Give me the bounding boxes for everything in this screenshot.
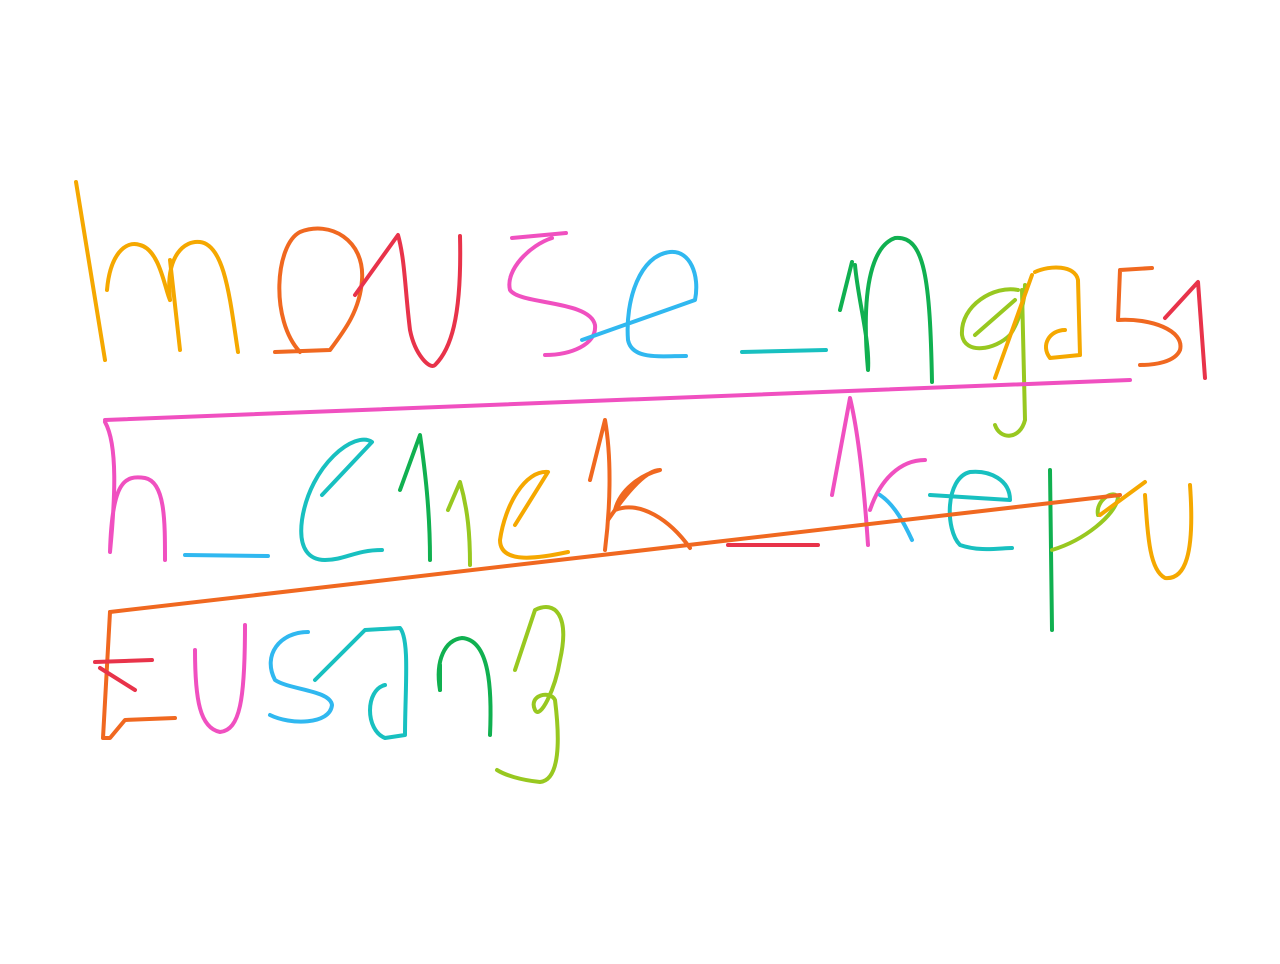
ink-stroke bbox=[1033, 265, 1082, 360]
ink-stroke bbox=[299, 437, 384, 562]
ink-stroke bbox=[74, 180, 107, 362]
ink-stroke bbox=[588, 418, 612, 552]
ink-stroke bbox=[973, 298, 1017, 337]
ink-stroke bbox=[878, 493, 914, 542]
ink-stroke bbox=[103, 378, 1132, 422]
ink-stroke bbox=[1143, 483, 1194, 581]
ink-stroke bbox=[353, 233, 463, 368]
ink-stroke bbox=[273, 226, 365, 354]
ink-stroke bbox=[183, 553, 270, 558]
ink-stroke bbox=[853, 235, 934, 384]
ink-stroke bbox=[103, 420, 167, 562]
ink-stroke bbox=[105, 242, 172, 302]
ink-stroke bbox=[193, 623, 247, 734]
ink-stroke bbox=[495, 605, 566, 784]
ink-stroke bbox=[510, 231, 568, 240]
ink-stroke bbox=[838, 260, 854, 312]
ink-stroke bbox=[868, 458, 927, 512]
stroke-group-line-1 bbox=[74, 180, 1207, 438]
drawing-canvas[interactable]: mouse_ngasi h_click_kepu Eusang bbox=[0, 0, 1280, 964]
ink-stroke bbox=[446, 480, 472, 567]
stroke-group-line-2 bbox=[103, 396, 1194, 632]
ink-stroke bbox=[93, 658, 154, 664]
ink-stroke bbox=[168, 258, 182, 352]
ink-stroke bbox=[268, 630, 334, 724]
ink-stroke bbox=[580, 249, 699, 359]
ink-stroke bbox=[498, 469, 570, 560]
ink-stroke bbox=[740, 348, 828, 354]
ink-layer bbox=[74, 180, 1207, 784]
ink-stroke bbox=[606, 468, 692, 550]
ink-stroke bbox=[398, 433, 432, 562]
ink-stroke bbox=[313, 626, 409, 740]
ink-stroke bbox=[436, 636, 493, 737]
ink-stroke bbox=[507, 236, 598, 357]
stroke-group-line-3 bbox=[93, 605, 566, 784]
ink-stroke bbox=[1116, 266, 1183, 367]
